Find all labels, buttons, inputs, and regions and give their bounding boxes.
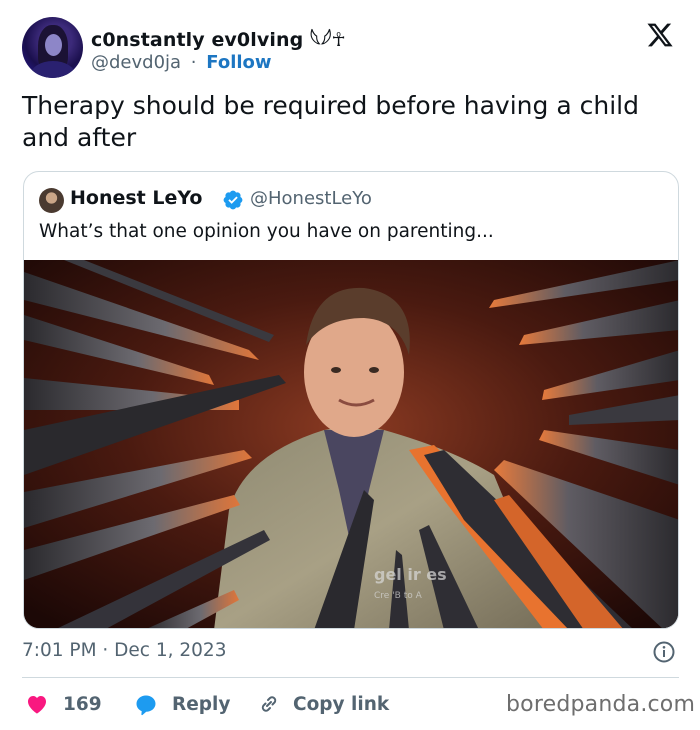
- copy-link-button[interactable]: Copy link: [257, 690, 389, 718]
- quoted-tweet-text: What’s that one opinion you have on pare…: [39, 221, 494, 242]
- svg-text:Cre 'B to A: Cre 'B to A: [374, 591, 423, 601]
- follow-button[interactable]: Follow: [206, 52, 271, 73]
- verified-badge-icon: [223, 190, 243, 210]
- tweet-header: c0nstantly ev0lving 𓆩𓆪☥ @devd0ja · Follo…: [22, 17, 682, 79]
- quoted-author-avatar[interactable]: [39, 188, 64, 213]
- boredpanda-watermark: boredpanda.com: [506, 692, 696, 717]
- heart-icon: [28, 696, 46, 714]
- divider: [22, 677, 679, 678]
- tweet-timestamp[interactable]: 7:01 PM · Dec 1, 2023: [22, 640, 226, 661]
- reply-button[interactable]: Reply: [134, 690, 230, 718]
- author-display-name[interactable]: c0nstantly ev0lving 𓆩𓆪☥: [91, 22, 346, 53]
- separator-dot: ·: [190, 52, 197, 73]
- like-count: 169: [63, 693, 102, 715]
- author-handle[interactable]: @devd0ja: [91, 52, 181, 73]
- meme-image[interactable]: gel ir es Cre 'B to A: [24, 260, 678, 628]
- quoted-tweet-card[interactable]: Honest LeYo @HonestLeYo What’s that one …: [23, 171, 679, 629]
- reply-label: Reply: [172, 693, 231, 715]
- x-logo-icon[interactable]: [646, 21, 674, 49]
- info-icon[interactable]: [652, 640, 676, 664]
- link-icon: [261, 696, 277, 712]
- author-handle-row: @devd0ja · Follow: [91, 52, 272, 73]
- reply-bubble-icon: [136, 695, 156, 716]
- like-button[interactable]: 169: [25, 690, 102, 718]
- quoted-author-name[interactable]: Honest LeYo: [70, 187, 202, 209]
- author-avatar[interactable]: [22, 17, 83, 78]
- svg-text:gel ir es: gel ir es: [374, 565, 447, 584]
- tweet-text: Therapy should be required before having…: [22, 91, 639, 152]
- quoted-author-handle[interactable]: @HonestLeYo: [250, 188, 372, 209]
- copy-link-label: Copy link: [293, 693, 390, 715]
